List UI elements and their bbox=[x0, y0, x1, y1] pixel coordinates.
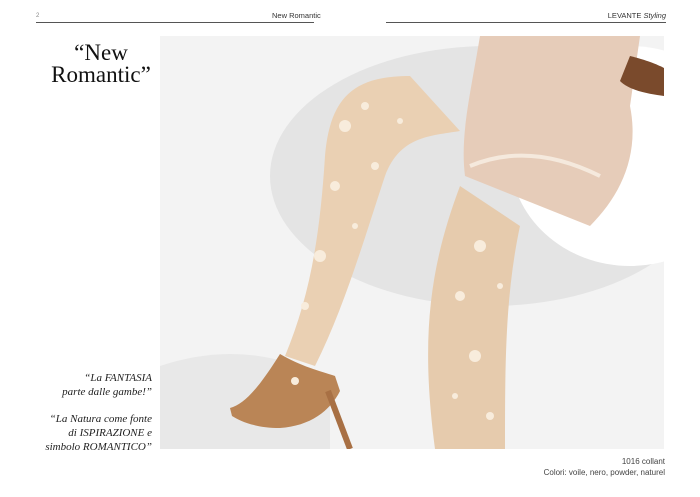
title-line-1: “New bbox=[74, 40, 128, 65]
page-number: 2 bbox=[36, 13, 40, 19]
photo-illustration bbox=[160, 36, 664, 449]
brand-suffix: Styling bbox=[643, 11, 666, 20]
header-rule-left bbox=[36, 22, 314, 23]
quote-natura: “La Natura come fonte di ISPIRAZIONE e s… bbox=[45, 413, 152, 453]
title-line-2: Romantic” bbox=[51, 62, 151, 87]
brand-label: LEVANTE Styling bbox=[608, 11, 666, 20]
product-caption: 1016 collant Colori: voile, nero, powder… bbox=[544, 456, 665, 478]
header-rule-right bbox=[386, 22, 666, 23]
quote-fantasia: “La FANTASIA parte dalle gambe!” bbox=[62, 372, 152, 398]
page-title: “New Romantic” bbox=[40, 40, 162, 87]
product-colors: Colori: voile, nero, powder, naturel bbox=[543, 468, 665, 477]
product-code: 1016 collant bbox=[621, 457, 665, 466]
page-header: 2 New Romantic LEVANTE Styling bbox=[0, 0, 700, 30]
section-title: New Romantic bbox=[272, 11, 321, 20]
product-photo bbox=[160, 36, 664, 449]
brand-name: LEVANTE bbox=[607, 11, 642, 20]
